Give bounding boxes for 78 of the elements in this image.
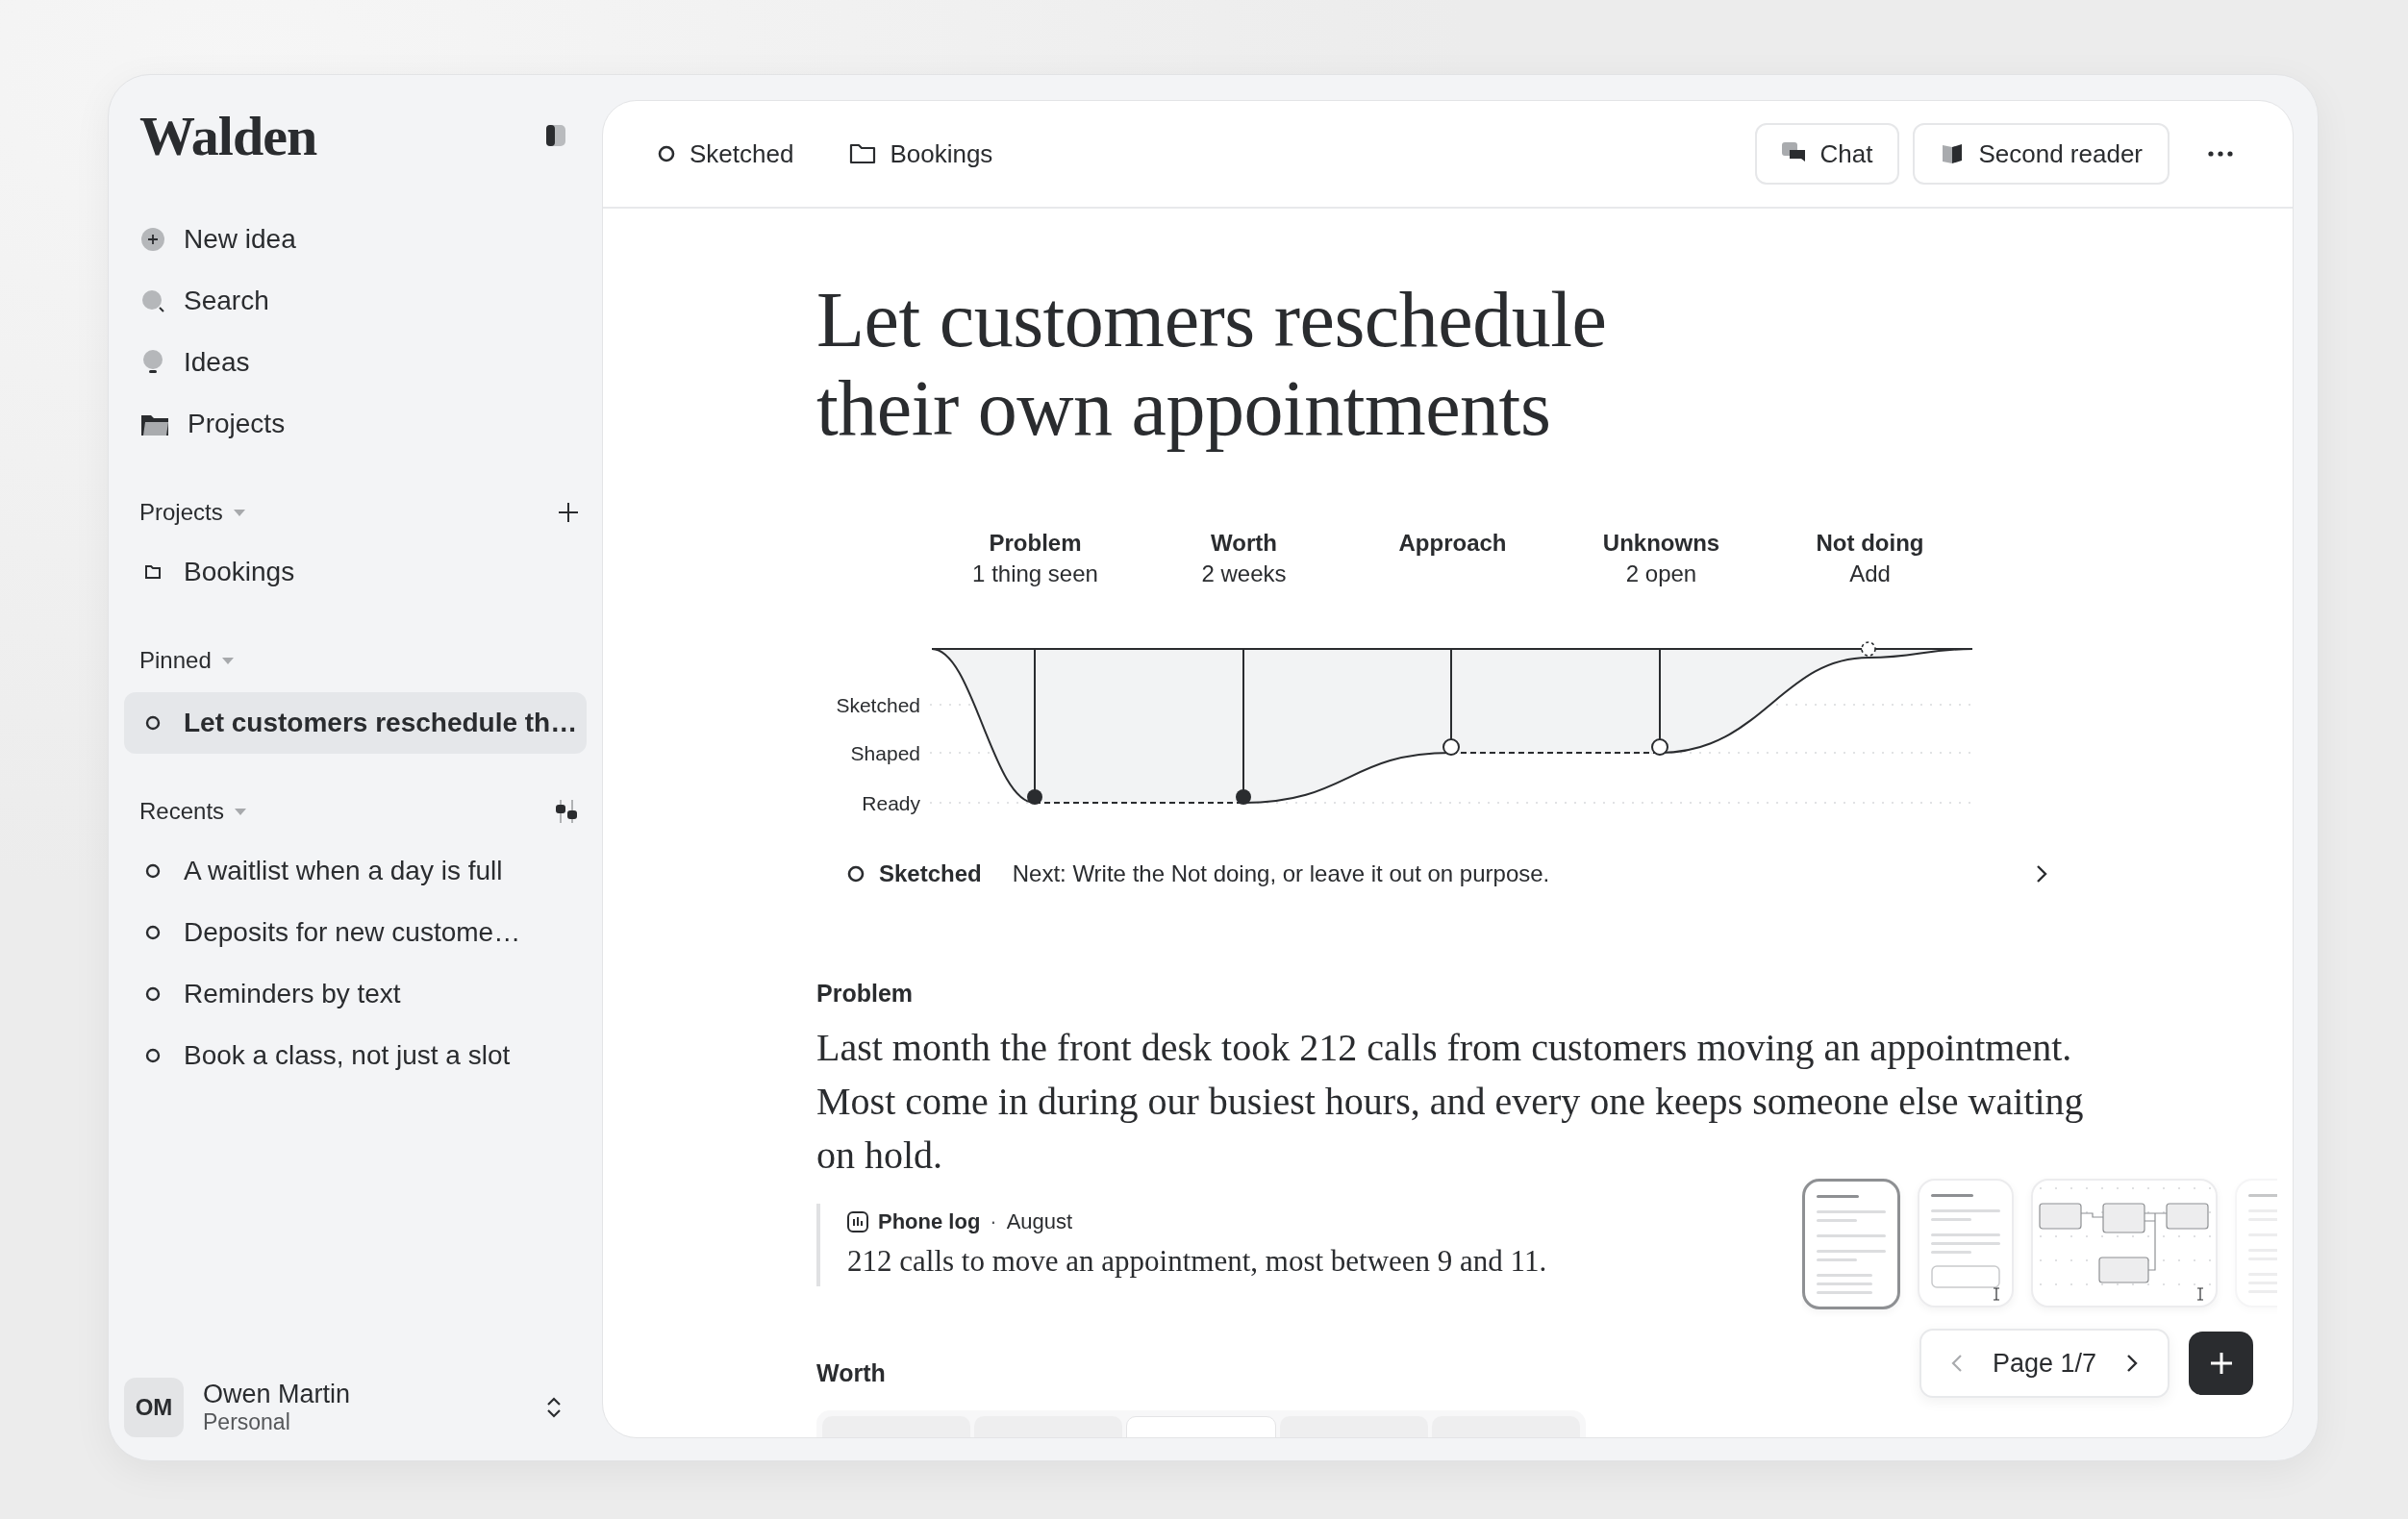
sidebar-toggle-icon[interactable] [546, 125, 565, 146]
stage-detail: 1 thing seen [972, 560, 1098, 588]
status-circle-icon [144, 862, 162, 880]
toolbar-button[interactable]: Chat [1754, 123, 1900, 185]
add-icon[interactable] [558, 502, 579, 523]
status-circle-icon [144, 924, 162, 941]
section-header[interactable]: Pinned [139, 647, 212, 674]
nav-item[interactable]: Search [124, 270, 587, 332]
sidebar-item[interactable]: Deposits for new custome… [124, 902, 587, 963]
level-label: Sketched [836, 694, 920, 716]
status-circle-icon [657, 144, 676, 163]
project-link[interactable]: Bookings [849, 138, 993, 169]
stage-marker[interactable] [1236, 648, 1251, 805]
plus-circle-icon [141, 228, 164, 251]
lightbulb-icon [141, 350, 164, 375]
section-header[interactable]: Projects [139, 499, 223, 526]
document-title: Let customers reschedule their own appointments [816, 276, 1608, 453]
page-thumbnail[interactable] [1802, 1179, 1900, 1309]
status-chip[interactable]: Sketched [657, 138, 794, 169]
caret-icon[interactable] [220, 656, 235, 665]
sidebar-item[interactable]: Book a class, not just a slot [124, 1025, 587, 1086]
level-label: Ready [862, 792, 920, 814]
sidebar-item[interactable]: Reminders by text [124, 963, 587, 1025]
folder-icon [141, 412, 168, 436]
caret-icon[interactable] [232, 508, 246, 517]
section-heading: Worth [816, 1359, 886, 1387]
chevron-left-icon[interactable] [1949, 1353, 1964, 1374]
avatar: OM [124, 1378, 184, 1437]
status-circle-icon [144, 714, 162, 732]
add-page-button[interactable] [2189, 1332, 2253, 1395]
stage-detail: Add [1849, 560, 1891, 588]
status-circle-icon [144, 1047, 162, 1064]
nav-item[interactable]: Projects [124, 393, 587, 455]
folder-icon [849, 142, 877, 165]
stage-detail: 2 open [1625, 560, 1697, 588]
sidebar-item[interactable]: Bookings [124, 541, 587, 603]
more-icon[interactable] [2208, 151, 2233, 157]
next-step-text: Next: Write the Not doing, or leave it out on purpose. [1012, 860, 1550, 887]
stage-marker[interactable] [1027, 648, 1042, 805]
stage-marker[interactable] [1442, 648, 1460, 756]
chevron-updown-icon [546, 1396, 562, 1419]
stage-name[interactable]: Unknowns [1602, 528, 1720, 559]
stage-name[interactable]: Not doing [1816, 528, 1924, 559]
stage-name[interactable]: Approach [1398, 528, 1507, 559]
plus-icon [2208, 1351, 2234, 1376]
page-indicator: Page 1/7 [1992, 1348, 2096, 1379]
evidence-date: August [1006, 1209, 1073, 1234]
section-heading: Problem [816, 980, 914, 1008]
bar-chart-icon [847, 1211, 868, 1233]
evidence-text: 212 calls to move an appointment, most between 9 and 11. [847, 1244, 1548, 1279]
stage-marker[interactable] [1651, 648, 1668, 756]
sidebar-item[interactable]: Let customers reschedule th… [124, 692, 587, 754]
evidence-source: Phone log [878, 1209, 981, 1234]
workspace-name: Personal [203, 1409, 291, 1435]
account-switcher[interactable]: OM Owen Martin Personal [124, 1377, 587, 1438]
filter-icon[interactable] [554, 800, 579, 823]
problem-text: Last month the front desk took 212 calls from customers moving an appointment. Most come in during our busiest hours, and every one keeps someone else waiting on hold. [816, 1025, 2085, 1179]
separator-dot: · [990, 1209, 997, 1234]
status-label: Sketched [879, 860, 982, 887]
status-circle-icon [846, 864, 865, 884]
section-header[interactable]: Recents [139, 798, 225, 825]
stage-detail: 2 weeks [1201, 560, 1287, 588]
folder-icon [144, 564, 162, 580]
sidebar-item[interactable]: A waitlist when a day is full [124, 840, 587, 902]
search-icon [141, 289, 164, 312]
stage-name[interactable]: Problem [989, 528, 1082, 559]
stage-marker[interactable] [1861, 641, 1876, 657]
chevron-right-icon[interactable] [2125, 1353, 2139, 1374]
stage-name[interactable]: Worth [1211, 528, 1277, 559]
user-name: Owen Martin [203, 1380, 352, 1409]
nav-item[interactable]: Ideas [124, 332, 587, 393]
toolbar-button[interactable]: Second reader [1913, 123, 2170, 185]
app-logo: Walden [139, 103, 317, 168]
caret-icon[interactable] [234, 807, 248, 816]
status-circle-icon [144, 985, 162, 1003]
level-label: Shaped [850, 742, 920, 764]
chevron-right-icon[interactable] [2035, 863, 2048, 884]
nav-item[interactable]: New idea [124, 209, 587, 270]
